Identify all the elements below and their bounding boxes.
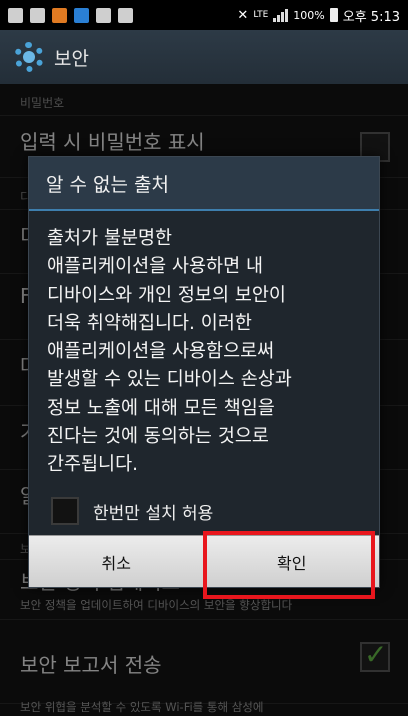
mute-icon: ✕ [237, 7, 249, 23]
usb-icon [118, 7, 133, 23]
system-icons: ✕ LTE 100% 오후 5:13 [237, 6, 400, 25]
gear-icon[interactable] [14, 42, 44, 72]
unknown-sources-dialog: 알 수 없는 출처 출처가 불분명한 애플리케이션을 사용하면 내 디바이스와 … [28, 156, 380, 588]
dialog-title: 알 수 없는 출처 [29, 157, 379, 211]
notification-icons [8, 7, 133, 23]
ok-button[interactable]: 확인 [203, 536, 379, 587]
dialog-buttons: 취소 확인 [29, 535, 379, 587]
allow-once-label: 한번만 설치 허용 [93, 503, 214, 524]
battery-percent: 100% [293, 8, 325, 22]
app-icon [52, 7, 67, 23]
add-icon [8, 7, 23, 23]
clipboard-icon [96, 7, 111, 23]
page-title: 보안 [54, 47, 89, 70]
allow-once-checkbox[interactable] [51, 497, 79, 525]
battery-icon [329, 8, 338, 22]
allow-once-option[interactable]: 한번만 설치 허용 [29, 487, 379, 535]
action-bar: 보안 [0, 30, 408, 84]
signal-icon [273, 8, 289, 22]
image-icon [30, 7, 45, 23]
dialog-message: 출처가 불분명한 애플리케이션을 사용하면 내 디바이스와 개인 정보의 보안이… [47, 228, 292, 476]
network-type: LTE [253, 10, 269, 20]
status-bar: ✕ LTE 100% 오후 5:13 [0, 0, 408, 30]
cancel-button[interactable]: 취소 [29, 536, 204, 587]
clock: 오후 5:13 [342, 9, 400, 25]
sync-icon [74, 7, 89, 23]
